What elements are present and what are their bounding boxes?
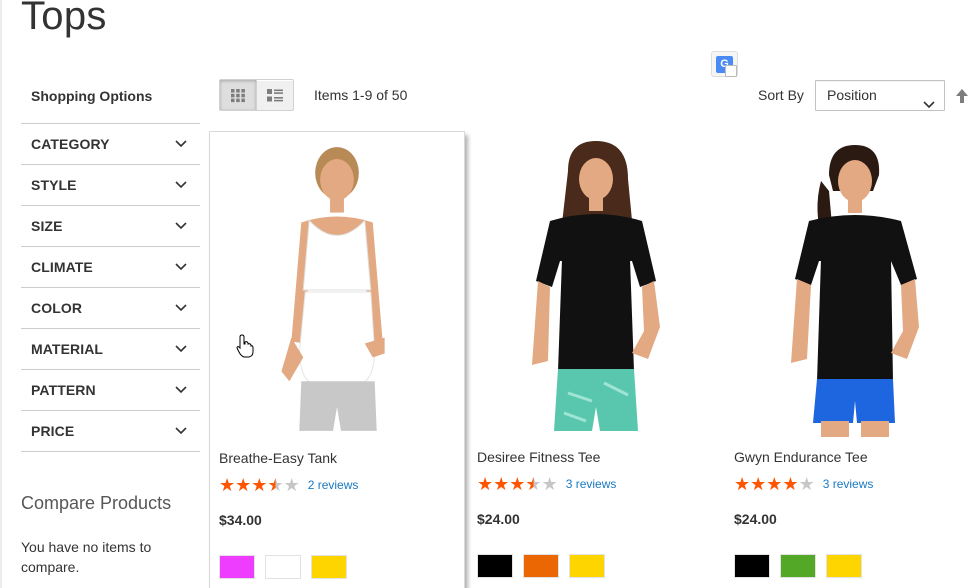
star-icon: ★ <box>750 474 767 494</box>
filter-label: CATEGORY <box>31 136 110 152</box>
grid-icon <box>231 88 245 102</box>
star-icon: ★ <box>267 475 284 495</box>
sort-by-select[interactable]: Position <box>815 80 945 111</box>
product-photo[interactable] <box>468 131 724 437</box>
reviews-link[interactable]: 3 reviews <box>566 477 617 491</box>
star-icon: ★ <box>734 474 751 494</box>
compare-products-title: Compare Products <box>21 493 172 513</box>
chevron-down-icon <box>923 90 935 119</box>
hand-pointer-icon <box>236 334 254 363</box>
compare-empty-message: You have no items to compare. <box>21 539 152 575</box>
filter-label: CLIMATE <box>31 259 93 275</box>
color-swatches <box>219 555 347 579</box>
product-item[interactable]: Gwyn Endurance Tee ★ ★ ★ ★ ★ 3 reviews $24.0… <box>724 131 977 588</box>
filter-label: COLOR <box>31 300 83 316</box>
star-icon: ★ <box>477 474 494 494</box>
color-swatch[interactable] <box>523 554 559 578</box>
color-swatch[interactable] <box>569 554 605 578</box>
filter-label: STYLE <box>31 177 77 193</box>
chevron-down-icon <box>174 424 188 438</box>
star-icon: ★ <box>798 474 815 494</box>
view-mode-switcher <box>219 79 294 111</box>
product-rating: ★ ★ ★ ★ ★ 2 reviews <box>219 476 358 494</box>
filter-label: MATERIAL <box>31 341 104 357</box>
sort-arrow-up-icon <box>956 89 968 103</box>
items-count: Items 1-9 of 50 <box>314 87 408 103</box>
google-translate-icon: G <box>716 55 737 77</box>
reviews-link[interactable]: 2 reviews <box>308 478 359 492</box>
star-icon: ★ <box>541 474 558 494</box>
star-icon: ★ <box>493 474 510 494</box>
color-swatch[interactable] <box>265 555 301 579</box>
star-icon: ★ <box>219 475 236 495</box>
filter-climate[interactable]: CLIMATE <box>21 247 200 288</box>
product-rating: ★ ★ ★ ★ ★ 3 reviews <box>477 475 616 493</box>
chevron-down-icon <box>174 219 188 233</box>
filter-label: PATTERN <box>31 382 96 398</box>
star-icon: ★ <box>235 475 252 495</box>
grid-view-button[interactable] <box>220 80 257 110</box>
star-icon: ★ <box>509 474 526 494</box>
filter-price[interactable]: PRICE <box>21 411 200 452</box>
reviews-link[interactable]: 3 reviews <box>823 477 874 491</box>
star-rating: ★ ★ ★ ★ ★ <box>734 475 815 493</box>
color-swatch[interactable] <box>780 554 816 578</box>
star-icon: ★ <box>525 474 542 494</box>
chevron-down-icon <box>174 342 188 356</box>
star-icon: ★ <box>766 474 783 494</box>
product-item[interactable]: Desiree Fitness Tee ★ ★ ★ ★ ★ 3 reviews $24.… <box>467 131 723 588</box>
chevron-down-icon <box>174 137 188 151</box>
chevron-down-icon <box>174 260 188 274</box>
star-icon: ★ <box>251 475 268 495</box>
chevron-down-icon <box>174 301 188 315</box>
product-name[interactable]: Gwyn Endurance Tee <box>734 449 868 465</box>
product-name[interactable]: Breathe-Easy Tank <box>219 450 337 466</box>
filter-style[interactable]: STYLE <box>21 165 200 206</box>
color-swatch[interactable] <box>311 555 347 579</box>
sort-by-value: Position <box>827 87 877 103</box>
filter-label: PRICE <box>31 423 75 439</box>
filter-list: CATEGORY STYLE SIZE CLIMATE COLOR MATERI… <box>21 123 200 452</box>
star-icon: ★ <box>782 474 799 494</box>
product-photo[interactable] <box>210 132 464 438</box>
color-swatches <box>734 554 862 578</box>
product-price: $24.00 <box>477 511 520 527</box>
list-view-button[interactable] <box>257 80 293 110</box>
product-photo[interactable] <box>725 131 977 437</box>
chevron-down-icon <box>174 178 188 192</box>
star-rating: ★ ★ ★ ★ ★ <box>477 475 558 493</box>
page-title: Tops <box>21 0 107 38</box>
color-swatch[interactable] <box>734 554 770 578</box>
product-price: $24.00 <box>734 511 777 527</box>
list-icon <box>267 88 283 101</box>
sort-direction-button[interactable] <box>955 88 969 109</box>
star-rating: ★ ★ ★ ★ ★ <box>219 476 300 494</box>
star-icon: ★ <box>283 475 300 495</box>
color-swatch[interactable] <box>826 554 862 578</box>
shopping-options-heading: Shopping Options <box>31 88 153 104</box>
filter-label: SIZE <box>31 218 63 234</box>
sidebar: Shopping Options CATEGORY STYLE SIZE CLI… <box>21 80 200 452</box>
product-rating: ★ ★ ★ ★ ★ 3 reviews <box>734 475 873 493</box>
filter-size[interactable]: SIZE <box>21 206 200 247</box>
color-swatch[interactable] <box>477 554 513 578</box>
sort-by-label: Sort By <box>758 87 804 103</box>
google-translate-button[interactable]: G <box>711 51 738 77</box>
product-name[interactable]: Desiree Fitness Tee <box>477 449 600 465</box>
filter-category[interactable]: CATEGORY <box>21 124 200 165</box>
color-swatch[interactable] <box>219 555 255 579</box>
chevron-down-icon <box>174 383 188 397</box>
page-edge <box>0 0 2 588</box>
filter-pattern[interactable]: PATTERN <box>21 370 200 411</box>
filter-color[interactable]: COLOR <box>21 288 200 329</box>
product-price: $34.00 <box>219 512 262 528</box>
color-swatches <box>477 554 605 578</box>
filter-material[interactable]: MATERIAL <box>21 329 200 370</box>
